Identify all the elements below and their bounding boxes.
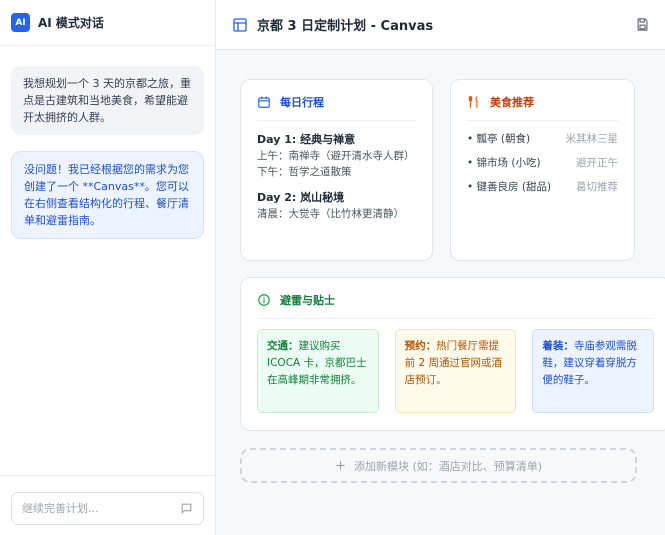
plus-icon (335, 460, 346, 471)
canvas-content: 每日行程 Day 1: 经典与禅意 上午：南禅寺（避开清水寺人群） 下午：哲学之… (216, 50, 665, 483)
tip-label: 交通： (267, 340, 299, 352)
day-block: Day 2: 岚山秘境 清晨：大觉寺（比竹林更清静） (257, 189, 416, 222)
app-logo: AI (11, 13, 30, 32)
tip-reservation: 预约：热门餐厅需提前 2 周通过官网或酒店预订。 (394, 329, 517, 413)
food-card: 美食推荐 • 瓢亭 (朝食) 米其林三星 • 锦市场 (小吃) 避开正午 • 键… (450, 79, 635, 261)
utensils-icon (467, 95, 481, 109)
day-line: 上午：南禅寺（避开清水寺人群） (257, 150, 415, 162)
tip-dress: 着装：寺庙参观需脱鞋，建议穿着穿脱方便的鞋子。 (532, 329, 655, 413)
chat-input[interactable] (22, 502, 172, 515)
day-title: Day 2: 岚山秘境 (257, 191, 345, 204)
restaurant-name: • 瓢亭 (朝食) (467, 133, 531, 145)
canvas-title: 京都 3 日定制计划 - Canvas (257, 19, 434, 34)
restaurant-tag: 避开正午 (576, 157, 618, 169)
restaurant-name: • 锦市场 (小吃) (467, 157, 541, 169)
restaurant-tag: 米其林三星 (565, 133, 619, 145)
sidebar-title: AI 模式对话 (38, 16, 104, 30)
info-icon (257, 293, 271, 307)
tip-label: 预约： (404, 340, 437, 352)
list-item: • 锦市场 (小吃) 避开正午 (467, 155, 618, 171)
calendar-icon (257, 95, 271, 109)
chat-sidebar: AI AI 模式对话 我想规划一个 3 天的京都之旅，重点是古建筑和当地美食，希… (0, 0, 216, 535)
list-item: • 键善良房 (甜品) 葛切推荐 (467, 179, 618, 195)
food-title: 美食推荐 (490, 96, 534, 109)
restaurant-name: • 键善良房 (甜品) (467, 181, 552, 193)
restaurant-tag: 葛切推荐 (576, 181, 618, 193)
itinerary-title: 每日行程 (280, 96, 324, 109)
tips-title: 避雷与贴士 (280, 294, 335, 307)
list-item: • 瓢亭 (朝食) 米其林三星 (467, 131, 618, 147)
day-title: Day 1: 经典与禅意 (257, 133, 356, 146)
canvas-header: 京都 3 日定制计划 - Canvas (216, 0, 665, 50)
tips-card: 避雷与贴士 交通：建议购买 ICOCA 卡，京都巴士在高峰期非常拥挤。 预约：热… (240, 277, 665, 431)
itinerary-card: 每日行程 Day 1: 经典与禅意 上午：南禅寺（避开清水寺人群） 下午：哲学之… (240, 79, 433, 261)
canvas-area: 京都 3 日定制计划 - Canvas 每日行程 Day 1: 经典与禅意 上午… (216, 0, 665, 535)
layout-icon (232, 17, 248, 33)
send-message-icon[interactable] (180, 502, 193, 515)
day-block: Day 1: 经典与禅意 上午：南禅寺（避开清水寺人群） 下午：哲学之道散策 (257, 131, 416, 180)
tip-transport: 交通：建议购买 ICOCA 卡，京都巴士在高峰期非常拥挤。 (257, 329, 379, 413)
day-line: 下午：哲学之道散策 (257, 166, 352, 178)
user-message: 我想规划一个 3 天的京都之旅，重点是古建筑和当地美食，希望能避开太拥挤的人群。 (11, 66, 204, 135)
tip-label: 着装： (542, 340, 574, 352)
sidebar-header: AI AI 模式对话 (0, 0, 215, 46)
add-module-label: 添加新模块 (如：酒店对比、预算清单) (353, 459, 543, 473)
add-module-button[interactable]: 添加新模块 (如：酒店对比、预算清单) (240, 448, 637, 483)
day-line: 清晨：大觉寺（比竹林更清静） (257, 208, 404, 220)
save-icon[interactable] (635, 17, 650, 32)
ai-message: 没问题！我已经根据您的需求为您创建了一个 **Canvas**。您可以在右侧查看… (11, 151, 204, 239)
chat-input-area (0, 475, 215, 535)
chat-input-box[interactable] (11, 492, 204, 525)
chat-messages: 我想规划一个 3 天的京都之旅，重点是古建筑和当地美食，希望能避开太拥挤的人群。… (0, 46, 215, 475)
